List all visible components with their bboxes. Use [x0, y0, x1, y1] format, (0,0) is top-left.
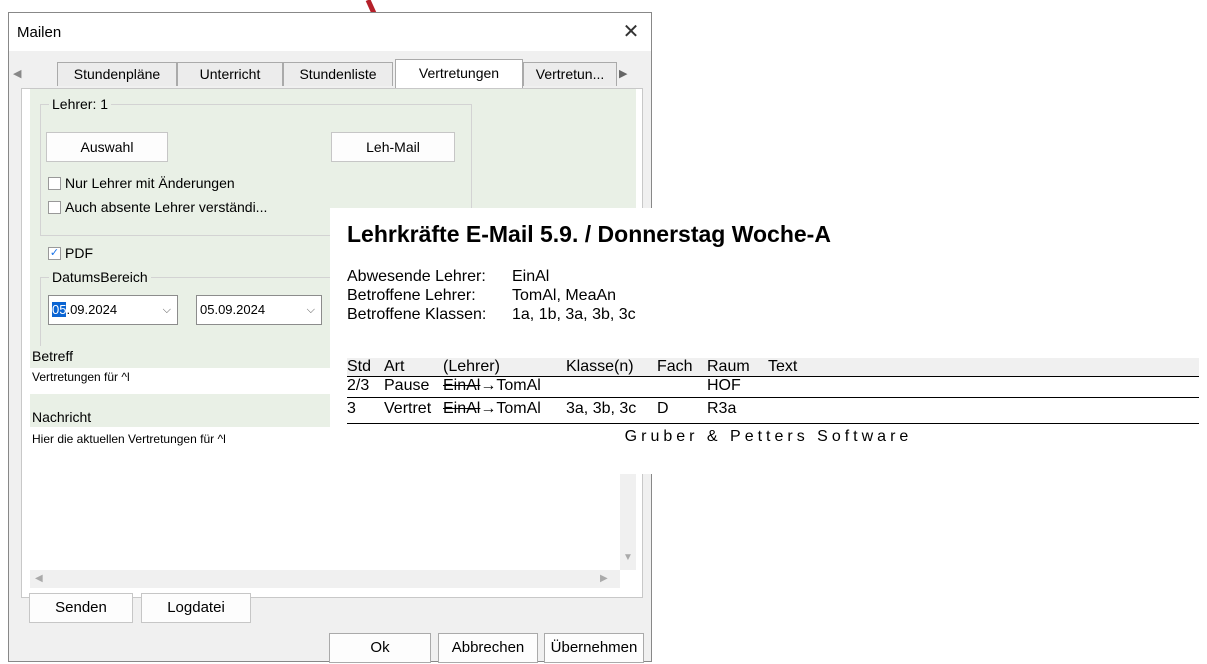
ok-button[interactable]: Ok — [329, 633, 431, 663]
checkbox-box — [48, 200, 61, 214]
col-lehrer: (Lehrer) — [443, 358, 500, 375]
cell-lehrer-substitute: →TomAl — [480, 400, 541, 417]
info-absent-value: EinAl — [512, 268, 550, 285]
date-to-value: 05.09.2024 — [200, 302, 266, 317]
email-preview: Lehrkräfte E-Mail 5.9. / Donnerstag Woch… — [330, 208, 1207, 474]
apply-button[interactable]: Übernehmen — [544, 633, 644, 663]
message-text: Hier die aktuellen Vertretungen für ^l — [32, 432, 226, 446]
info-absent-key: Abwesende Lehrer: — [347, 268, 486, 285]
teacher-group-label: Lehrer: 1 — [49, 96, 112, 112]
logfile-button[interactable]: Logdatei — [141, 593, 251, 623]
chevron-down-icon: ⌵ — [162, 304, 171, 316]
horizontal-scrollbar[interactable]: ◀ ▶ — [30, 570, 620, 588]
software-footer: Gruber & Petters Software — [624, 428, 913, 445]
notify-absent-checkbox[interactable]: Auch absente Lehrer verständi... — [48, 199, 267, 215]
cell-lehrer-absent: EinAl — [443, 377, 481, 394]
cell-raum: HOF — [707, 377, 741, 394]
col-fach: Fach — [657, 358, 693, 375]
cell-art: Pause — [384, 377, 430, 394]
date-from-picker[interactable]: 05.09.2024 ⌵ — [48, 295, 178, 325]
date-from-rest: .09.2024 — [66, 302, 118, 317]
send-button[interactable]: Senden — [29, 593, 133, 623]
cell-std: 3 — [347, 400, 356, 417]
cancel-button[interactable]: Abbrechen — [438, 633, 538, 663]
tab-stundenliste[interactable]: Stundenliste — [283, 62, 393, 86]
tab-vertretun-more[interactable]: Vertretun... — [523, 62, 617, 86]
only-changed-checkbox[interactable]: Nur Lehrer mit Änderungen — [48, 175, 235, 191]
only-changed-label: Nur Lehrer mit Änderungen — [65, 175, 235, 191]
scroll-right-icon[interactable]: ▶ — [600, 573, 608, 584]
tab-vertretungen[interactable]: Vertretungen — [395, 59, 523, 88]
info-affected-classes: Betroffene Klassen: 1a, 1b, 3a, 3b, 3c — [347, 306, 636, 324]
col-raum: Raum — [707, 358, 750, 375]
date-range-label: DatumsBereich — [49, 269, 151, 285]
table-rule — [347, 423, 1199, 424]
auswahl-button[interactable]: Auswahl — [46, 132, 168, 162]
scroll-down-icon[interactable]: ▼ — [623, 552, 633, 563]
cell-lehrer: EinAl→TomAl — [443, 377, 541, 395]
info-absent: Abwesende Lehrer: EinAl — [347, 268, 549, 286]
tab-unterricht[interactable]: Unterricht — [177, 62, 283, 86]
cell-fach: D — [657, 400, 669, 417]
date-from-selected: 05 — [52, 302, 67, 317]
tab-stundenplaene[interactable]: Stundenpläne — [57, 62, 177, 86]
col-klassen: Klasse(n) — [566, 358, 634, 375]
info-affected-teachers: Betroffene Lehrer: TomAl, MeaAn — [347, 287, 616, 305]
tab-strip: ◀ Stundenpläne Unterricht Stundenliste V… — [9, 59, 651, 89]
table-header: Std Art (Lehrer) Klasse(n) Fach Raum Tex… — [347, 358, 1199, 376]
cell-lehrer: EinAl→TomAl — [443, 400, 541, 418]
close-icon[interactable]: ✕ — [611, 13, 651, 51]
tab-scroll-left-icon[interactable]: ◀ — [13, 67, 21, 80]
window-title: Mailen — [17, 24, 62, 41]
cell-klassen: 3a, 3b, 3c — [566, 400, 637, 417]
scroll-left-icon[interactable]: ◀ — [35, 573, 43, 584]
col-text: Text — [768, 358, 798, 375]
col-art: Art — [384, 358, 405, 375]
tab-scroll-right-icon[interactable]: ▶ — [619, 67, 627, 80]
cell-std: 2/3 — [347, 377, 370, 394]
chevron-down-icon: ⌵ — [306, 304, 315, 316]
cell-art: Vertret — [384, 400, 432, 417]
col-std: Std — [347, 358, 372, 375]
table-rule — [347, 397, 1199, 398]
info-classes-key: Betroffene Klassen: — [347, 306, 487, 323]
info-teachers-value: TomAl, MeaAn — [512, 287, 617, 304]
checkbox-box — [48, 176, 61, 190]
title-bar: Mailen ✕ — [9, 13, 651, 51]
cell-raum: R3a — [707, 400, 737, 417]
cell-lehrer-substitute: →TomAl — [480, 377, 541, 394]
pdf-label: PDF — [65, 245, 93, 261]
pdf-checkbox[interactable]: ✓ PDF — [48, 245, 93, 261]
info-teachers-key: Betroffene Lehrer: — [347, 287, 476, 304]
info-classes-value: 1a, 1b, 3a, 3b, 3c — [512, 306, 636, 323]
preview-title: Lehrkräfte E-Mail 5.9. / Donnerstag Woch… — [347, 221, 831, 247]
leh-mail-button[interactable]: Leh-Mail — [331, 132, 455, 162]
notify-absent-label: Auch absente Lehrer verständi... — [65, 199, 268, 215]
cell-lehrer-absent: EinAl — [443, 400, 481, 417]
check-icon: ✓ — [48, 246, 61, 260]
date-to-picker[interactable]: 05.09.2024 ⌵ — [196, 295, 322, 325]
